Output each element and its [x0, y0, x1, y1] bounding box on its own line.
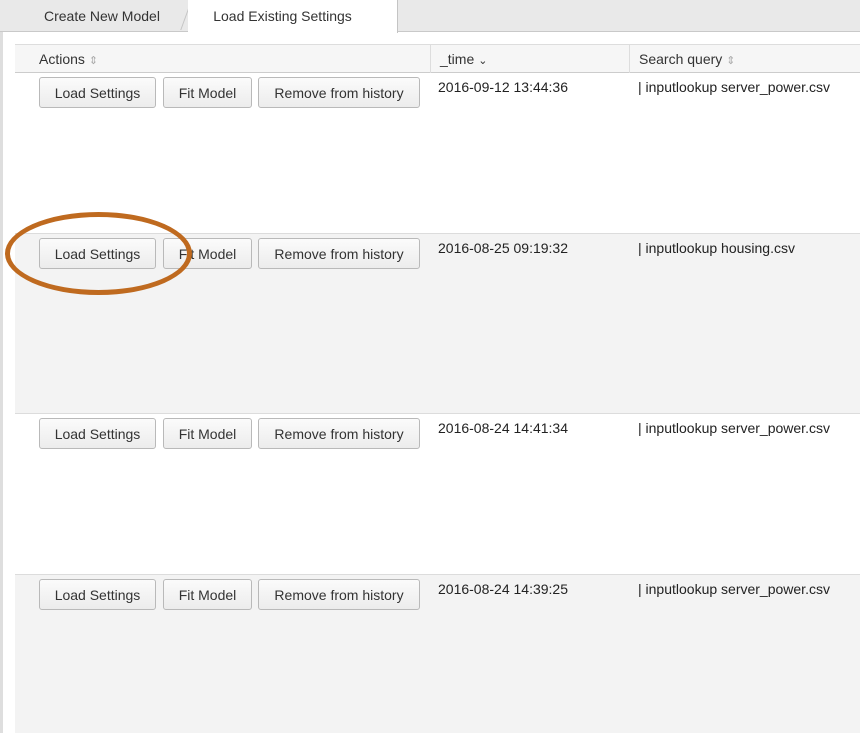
column-header-time[interactable]: _time ⌄ [430, 45, 629, 73]
sort-icon: ⇕ [88, 55, 99, 67]
query-cell: | inputlookup housing.csv [638, 240, 795, 256]
load-settings-button[interactable]: Load Settings [39, 579, 156, 610]
table-row: Load Settings Fit Model Remove from hist… [15, 414, 860, 575]
tab-load-existing-settings[interactable]: Load Existing Settings [188, 0, 398, 33]
query-cell: | inputlookup server_power.csv [638, 581, 830, 597]
sort-icon: ⇕ [726, 55, 736, 67]
table-row: Load Settings Fit Model Remove from hist… [15, 575, 860, 733]
column-header-actions-label: Actions [39, 51, 85, 67]
load-settings-button[interactable]: Load Settings [39, 418, 156, 449]
time-cell: 2016-08-24 14:39:25 [438, 581, 568, 597]
history-table: Actions ⇕ _time ⌄ Search query ⇕ Load Setti… [15, 44, 860, 733]
table-row: Load Settings Fit Model Remove from hist… [15, 234, 860, 414]
load-settings-button[interactable]: Load Settings [39, 238, 156, 269]
fit-model-button[interactable]: Fit Model [163, 238, 252, 269]
table-row: Load Settings Fit Model Remove from hist… [15, 73, 860, 234]
sort-desc-icon: ⌄ [478, 55, 488, 67]
time-cell: 2016-08-25 09:19:32 [438, 240, 568, 256]
column-header-query-label: Search query [639, 51, 723, 67]
time-cell: 2016-08-24 14:41:34 [438, 420, 568, 436]
load-settings-button[interactable]: Load Settings [39, 77, 156, 108]
fit-model-button[interactable]: Fit Model [163, 418, 252, 449]
query-cell: | inputlookup server_power.csv [638, 420, 830, 436]
column-header-search-query[interactable]: Search query ⇕ [629, 45, 860, 73]
query-cell: | inputlookup server_power.csv [638, 79, 830, 95]
table-header: Actions ⇕ _time ⌄ Search query ⇕ [15, 44, 860, 73]
column-header-time-label: _time [440, 51, 475, 67]
remove-from-history-button[interactable]: Remove from history [258, 77, 420, 108]
remove-from-history-button[interactable]: Remove from history [258, 238, 420, 269]
tab-create-new-model[interactable]: Create New Model [0, 0, 186, 32]
time-cell: 2016-09-12 13:44:36 [438, 79, 568, 95]
remove-from-history-button[interactable]: Remove from history [258, 418, 420, 449]
fit-model-button[interactable]: Fit Model [163, 77, 252, 108]
fit-model-button[interactable]: Fit Model [163, 579, 252, 610]
page: Create New Model Load Existing Settings … [0, 0, 860, 733]
tab-bar: Create New Model Load Existing Settings [0, 0, 860, 33]
left-divider [0, 32, 3, 733]
column-header-actions[interactable]: Actions ⇕ [15, 45, 430, 73]
remove-from-history-button[interactable]: Remove from history [258, 579, 420, 610]
